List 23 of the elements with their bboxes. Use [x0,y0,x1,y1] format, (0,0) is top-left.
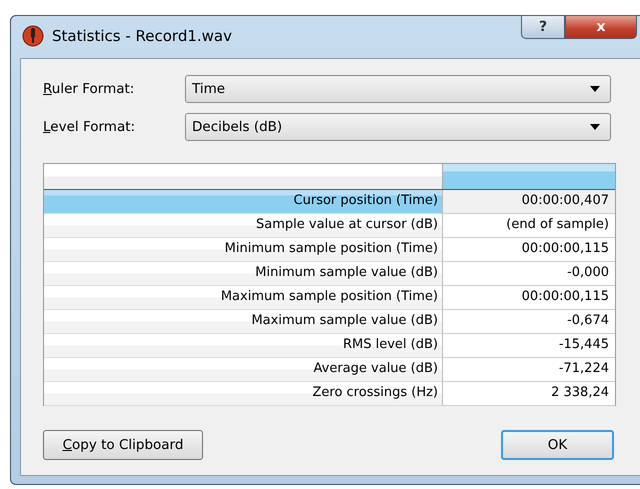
dialog-button[interactable]: Copy to Clipboard [43,430,203,460]
table-cell: 00:00:00,115 [442,238,615,262]
caret-icon [590,124,600,130]
format-dropdown[interactable]: Decibels (dB) [185,113,611,141]
table-cell: (end of sample) [442,214,615,238]
table-cell: -0,674 [442,310,615,334]
table-cell: 00:00:00,115 [442,286,615,310]
table-cell: -0,000 [442,262,615,286]
table-cell: 2 338,24 [442,382,615,406]
table-cell: -15,445 [442,334,615,358]
window-title: Statistics - Record1.wav [52,27,232,45]
caret-icon [590,86,600,92]
table-cell[interactable]: Cursor position (Time) [44,190,442,214]
table-cell: -71,224 [442,358,615,382]
column-header[interactable] [442,164,615,189]
microphone-icon [22,25,44,47]
help-button[interactable]: ? [521,15,565,39]
dialog-button[interactable]: OK [501,430,614,460]
close-button[interactable]: x [565,15,637,39]
format-dropdown[interactable]: Time [185,75,611,103]
field-label: Ruler Format: [43,81,136,97]
field-label: Level Format: [43,119,136,135]
table-cell: 00:00:00,407 [442,190,615,214]
